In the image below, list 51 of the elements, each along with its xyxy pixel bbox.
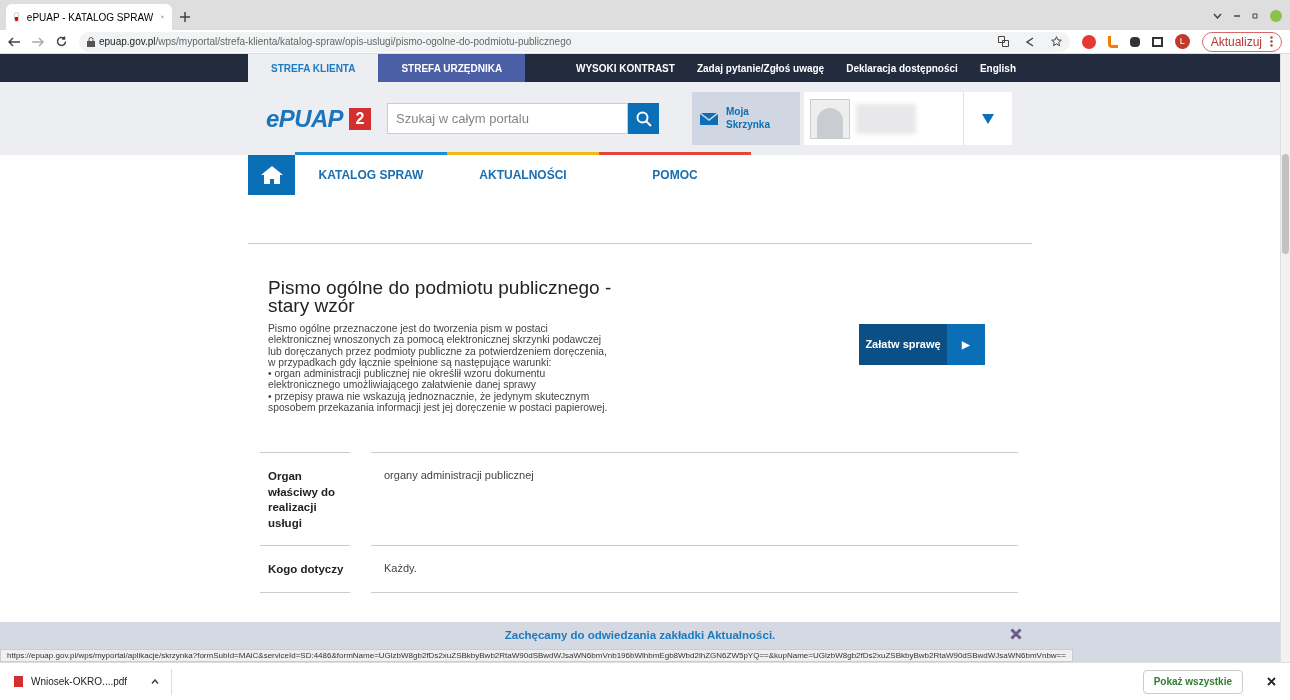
back-icon[interactable] [8,36,20,47]
download-item[interactable]: Wniosek-OKRO....pdf [14,668,173,695]
zone-tab[interactable]: STREFA KLIENTA [248,54,379,82]
nav-tab[interactable]: AKTUALNOŚCI [447,152,599,195]
detail-label: Organ właściwy do realizacji usługi [260,452,350,546]
browser-tab[interactable]: ePUAP - KATALOG SPRAW [6,4,172,30]
mailbox-button[interactable]: Moja Skrzynka [692,92,801,145]
more-icon [1270,36,1273,47]
close-icon[interactable] [1267,677,1276,686]
reload-icon[interactable] [56,36,67,47]
translate-icon[interactable] [997,36,1009,47]
adblock-icon[interactable] [1081,34,1096,49]
pdf-file-icon [14,676,23,687]
search-field[interactable]: Szukaj w całym portalu [387,103,629,134]
envelope-icon [700,112,719,125]
caret-down-icon[interactable] [982,113,995,124]
nav-tab[interactable]: POMOC [599,152,751,195]
lock-icon [87,36,95,47]
search-button[interactable] [628,103,660,134]
caret-up-icon[interactable] [151,679,160,684]
service-title: Pismo ogólne do podmiotu publicznego - stary wzór [268,279,613,315]
handle-matter-button[interactable]: Załatw sprawę ▶ [859,324,985,365]
chevron-down-icon[interactable] [1213,13,1222,19]
profile-avatar[interactable]: L [1174,34,1190,49]
url-host: epuap.gov.pl [99,35,156,49]
status-url: https://epuap.gov.pl/wps/myportal/aplikacje/skrzynka?formSubId=MAiC&serviceId=SD:4486&formName=UGlzbW8gb2fDs2xuZSBkbyBwb2RtaW90dSBwdWJsaWN6bmVnb196bWlhbmEgb8Wbd2lhZGN6ZW5pYQ==&kupName=UGlzbW8gb2fDs2xuZSBkbyBwb2RtaW90dSBwdWJsaWN6bmVnbw== [0,649,1073,662]
home-icon [260,166,283,184]
scrollbar[interactable] [1280,54,1290,662]
nav-tab[interactable]: KATALOG SPRAW [295,152,447,195]
minimize-icon[interactable] [1234,14,1240,18]
top-link[interactable]: Zadaj pytanie/Zgłoś uwagę [696,60,825,76]
plus-icon[interactable] [180,12,190,22]
top-link[interactable]: English [979,60,1016,76]
detail-label: Kogo dotyczy [260,545,350,592]
home-button[interactable] [248,155,295,195]
flag-icon [14,12,19,22]
epuap-logo[interactable]: ePUAP 2 [266,100,372,137]
star-icon[interactable] [1050,36,1062,47]
top-link[interactable]: WYSOKI KONTRAST [576,60,675,76]
search-icon [635,110,652,127]
service-description: Pismo ogólne przeznaczone jest do tworzenia pism w postaci elektronicznej wnoszonych za pomocą elektronicznej skrzynki podawczej lub doręczanych przez podmioty publiczne za potwierdzeniem doręczenia, w przypadkach gdy łącznie spełnione są następujące warunki: • organ administracji publicznej nie określił wzoru dokumentu elektronicznego umożliwiającego załatwienie danej sprawy • przepisy prawa nie wskazują jednoznacznie, że jedynym skutecznym sposobem przekazania informacji jest jej doręczenie w postaci papierowej. [268,323,609,414]
share-icon[interactable] [1024,36,1035,47]
url-path: /wps/myportal/strefa-klienta/katalog-spraw/opis-uslugi/pismo-ogolne-do-podmiotu-publicznego [155,35,572,49]
detail-value: Każdy. [371,545,1018,592]
detail-value: organy administracji publicznej [371,452,1018,546]
avatar-placeholder [810,98,851,139]
show-all-button[interactable]: Pokaż wszystkie [1142,669,1243,694]
address-field[interactable]: epuap.gov.pl/wps/myportal/strefa-klienta/katalog-spraw/opis-uslugi/pismo-ogolne-do-podmiotu-publicznego [79,31,1070,52]
banner-text: Zachęcamy do odwiedzania zakładki Aktualności. [504,628,776,642]
zone-tab[interactable]: STREFA URZĘDNIKA [378,54,526,82]
top-link[interactable]: Deklaracja dostępności [846,60,958,76]
